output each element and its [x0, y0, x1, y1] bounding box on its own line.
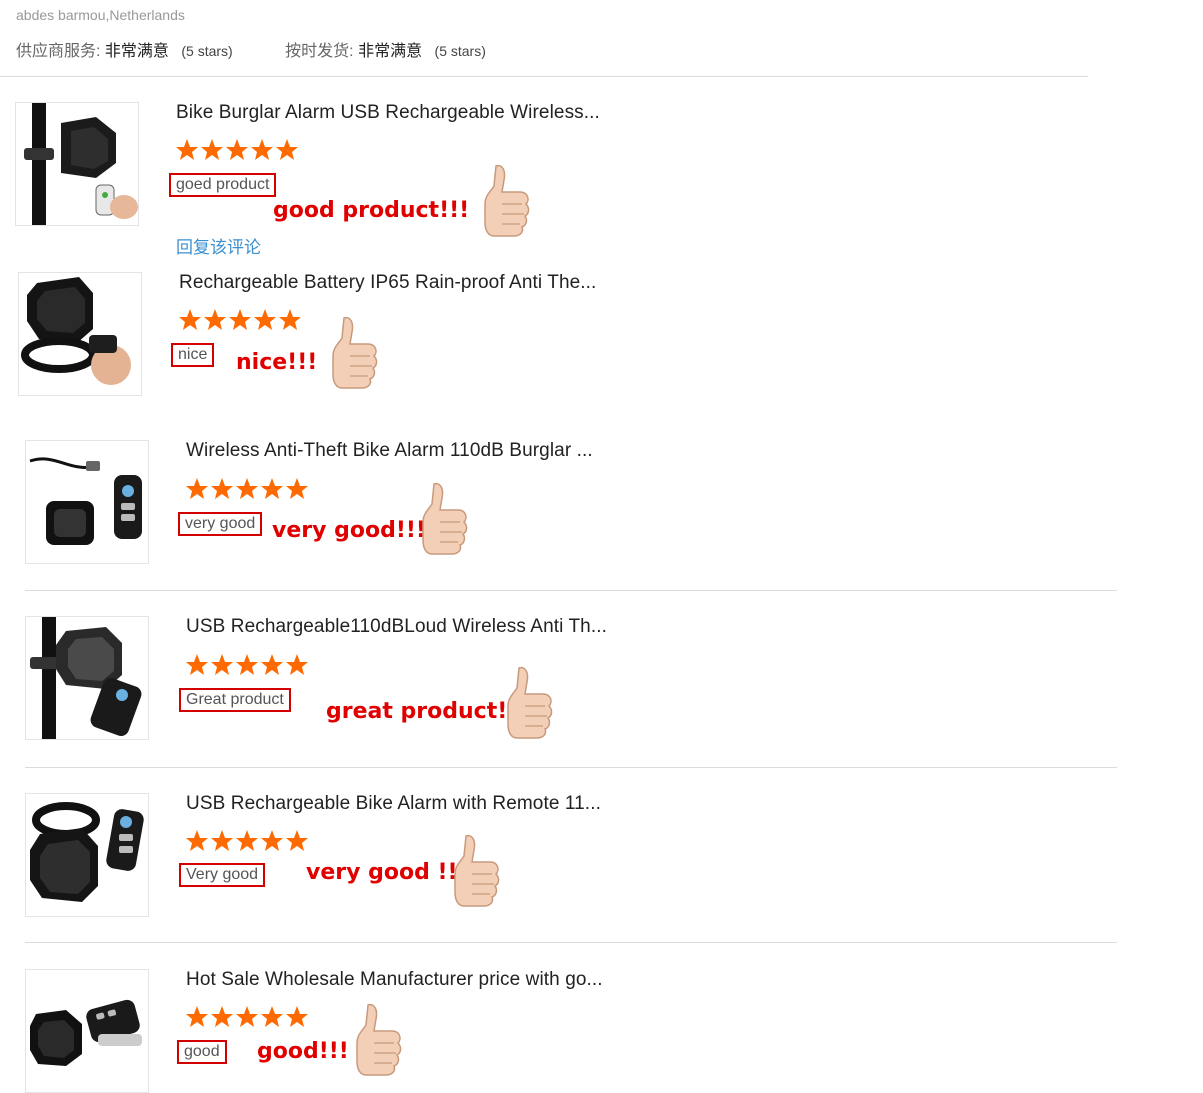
product-title[interactable]: Bike Burglar Alarm USB Rechargeable Wire… [176, 102, 606, 124]
product-thumbnail[interactable] [15, 102, 139, 226]
thumbs-up-icon [507, 666, 553, 739]
thumbs-up-icon [484, 164, 530, 237]
star-rating [185, 653, 309, 677]
review-text: Great product [179, 688, 291, 712]
star-rating [185, 477, 309, 501]
rating-stars-text: (5 stars) [434, 43, 486, 59]
star-rating [178, 308, 302, 332]
star-rating [185, 1005, 309, 1029]
review-text: good [177, 1040, 227, 1064]
review-text: nice [171, 343, 215, 367]
review-text: Very good [179, 863, 266, 887]
product-title[interactable]: Wireless Anti-Theft Bike Alarm 110dB Bur… [186, 440, 616, 462]
product-title[interactable]: Hot Sale Wholesale Manufacturer price wi… [186, 969, 616, 991]
thumbs-up-icon [422, 482, 468, 555]
annotation-text: nice!!! [236, 350, 318, 375]
on-time-delivery-rating: 按时发货: 非常满意 (5 stars) [285, 37, 486, 61]
star-rating [175, 138, 299, 162]
rating-stars-text: (5 stars) [181, 43, 233, 59]
thumbs-up-icon [332, 316, 378, 389]
supplier-ratings: 供应商服务: 非常满意 (5 stars) 按时发货: 非常满意 (5 star… [16, 37, 486, 61]
row-divider [25, 942, 1117, 943]
product-thumbnail[interactable] [18, 272, 142, 396]
annotation-text: very good!!! [272, 518, 426, 543]
reply-review-link[interactable]: 回复该评论 [176, 233, 261, 258]
rating-label: 按时发货: [285, 43, 354, 60]
product-title[interactable]: USB Rechargeable110dBLoud Wireless Anti … [186, 616, 616, 638]
annotation-text: good!!! [257, 1039, 349, 1064]
rating-label: 供应商服务: [16, 43, 101, 60]
header-divider [0, 76, 1088, 77]
product-thumbnail[interactable] [25, 440, 149, 564]
star-rating [185, 829, 309, 853]
thumbs-up-icon [356, 1003, 402, 1076]
product-title[interactable]: Rechargeable Battery IP65 Rain-proof Ant… [179, 272, 609, 294]
annotation-text: great product!!! [326, 699, 528, 724]
annotation-text: good product!!! [273, 198, 470, 223]
review-text: very good [178, 512, 263, 536]
row-divider [25, 767, 1117, 768]
review-text: goed product [169, 173, 277, 197]
rating-value: 非常满意 [358, 43, 423, 60]
product-thumbnail[interactable] [25, 969, 149, 1093]
row-divider [25, 590, 1117, 591]
thumbs-up-icon [454, 834, 500, 907]
supplier-service-rating: 供应商服务: 非常满意 (5 stars) [16, 37, 233, 61]
product-thumbnail[interactable] [25, 616, 149, 740]
product-title[interactable]: USB Rechargeable Bike Alarm with Remote … [186, 793, 616, 815]
annotation-text: very good !!! [306, 860, 468, 885]
rating-value: 非常满意 [104, 43, 169, 60]
product-thumbnail[interactable] [25, 793, 149, 917]
reviewer-name: abdes barmou,Netherlands [16, 7, 185, 23]
